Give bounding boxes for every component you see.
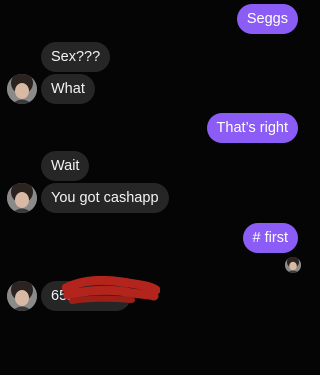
contact-avatar-image <box>7 281 37 311</box>
message-text: You got cashapp <box>51 190 159 206</box>
message-text: Seggs <box>246 11 288 27</box>
message-text: # first <box>252 230 288 246</box>
contact-avatar-image <box>7 74 37 104</box>
contact-avatar-image <box>7 183 37 213</box>
message-text: That’s right <box>216 120 288 136</box>
redaction-scribble <box>62 276 160 304</box>
contact-avatar-icon[interactable] <box>7 183 37 213</box>
seen-avatar-icon <box>285 257 301 273</box>
sent-message-bubble[interactable]: # first <box>242 223 298 253</box>
sent-message-bubble[interactable]: Seggs <box>236 4 298 34</box>
message-text: Wait <box>51 158 80 174</box>
contact-avatar-icon[interactable] <box>7 74 37 104</box>
sent-message-bubble[interactable]: That’s right <box>206 113 298 143</box>
received-message-bubble[interactable]: Sex??? <box>41 42 111 72</box>
message-text: Sex??? <box>51 49 101 65</box>
received-message-bubble[interactable]: What <box>41 74 95 104</box>
contact-avatar-icon[interactable] <box>7 281 37 311</box>
received-message-bubble[interactable]: You got cashapp <box>41 183 169 213</box>
seen-avatar-image <box>285 257 301 273</box>
received-message-bubble[interactable]: Wait <box>41 151 90 181</box>
message-text: What <box>51 81 85 97</box>
